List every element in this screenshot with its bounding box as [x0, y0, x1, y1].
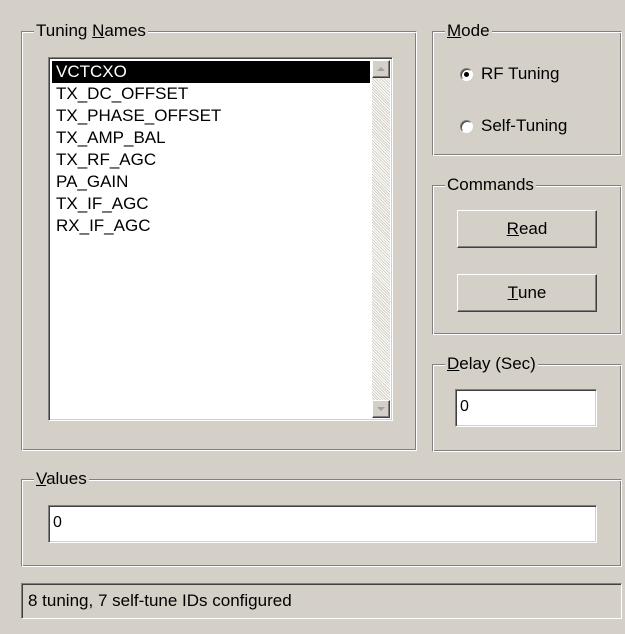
radio-button[interactable] — [460, 119, 473, 133]
self-tuning-radio[interactable]: Self-Tuning — [460, 115, 567, 137]
list-item[interactable]: TX_RF_AGC — [52, 149, 370, 171]
delay-input[interactable]: 0 — [455, 389, 597, 427]
scroll-down-button[interactable] — [372, 400, 390, 418]
list-item[interactable]: TX_PHASE_OFFSET — [52, 105, 370, 127]
values-group: Values 0 — [21, 469, 622, 567]
tuning-names-list: VCTCXO TX_DC_OFFSET TX_PHASE_OFFSET TX_AMP_… — [52, 61, 370, 237]
tuning-names-group: Tuning Names VCTCXO TX_DC_OFFSET TX_PHASE_… — [21, 21, 417, 451]
list-item[interactable]: VCTCXO — [52, 61, 370, 83]
list-item[interactable]: TX_DC_OFFSET — [52, 83, 370, 105]
rf-tuning-label: RF Tuning — [481, 64, 560, 83]
chevron-down-icon — [377, 407, 385, 411]
list-item[interactable]: RX_IF_AGC — [52, 215, 370, 237]
radio-button[interactable] — [460, 67, 473, 81]
list-item[interactable]: PA_GAIN — [52, 171, 370, 193]
mode-legend: Mode — [445, 21, 492, 41]
values-legend: Values — [34, 469, 89, 489]
tuning-names-listbox[interactable]: VCTCXO TX_DC_OFFSET TX_PHASE_OFFSET TX_AMP_… — [48, 57, 393, 421]
list-item[interactable]: TX_AMP_BAL — [52, 127, 370, 149]
commands-legend: Commands — [445, 175, 536, 195]
read-button[interactable]: Read — [457, 210, 597, 248]
delay-legend: Delay (Sec) — [445, 354, 538, 374]
rf-tuning-radio[interactable]: RF Tuning — [460, 63, 559, 85]
chevron-up-icon — [377, 67, 385, 71]
delay-group: Delay (Sec) 0 — [432, 354, 622, 452]
mode-group: Mode RF Tuning Self-Tuning — [432, 21, 622, 156]
scroll-up-button[interactable] — [372, 60, 390, 78]
commands-group: Commands Read Tune — [432, 175, 622, 335]
list-item[interactable]: TX_IF_AGC — [52, 193, 370, 215]
tune-button[interactable]: Tune — [457, 274, 597, 312]
values-input[interactable]: 0 — [48, 505, 597, 543]
tuning-names-legend: Tuning Names — [34, 21, 148, 41]
list-scrollbar[interactable] — [372, 60, 390, 418]
self-tuning-label: Self-Tuning — [481, 116, 568, 135]
status-bar: 8 tuning, 7 self-tune IDs configured — [21, 583, 622, 619]
